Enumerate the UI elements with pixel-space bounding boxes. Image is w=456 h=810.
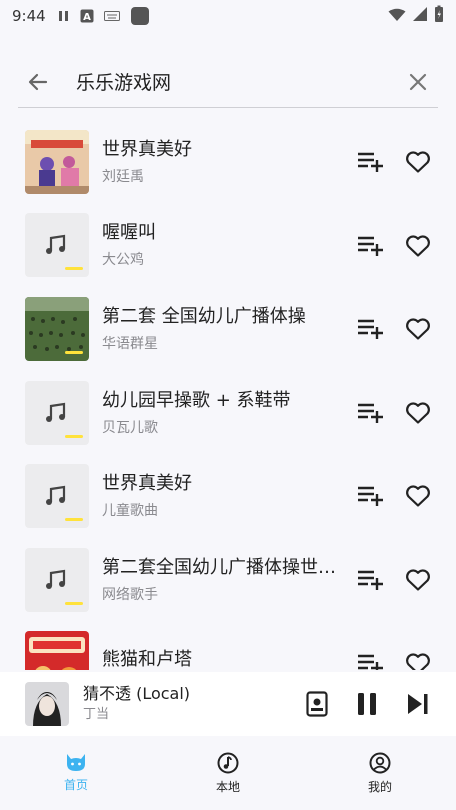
nav-label-home: 首页 — [63, 778, 88, 792]
add-to-playlist-button[interactable] — [355, 232, 385, 260]
default-cover — [25, 213, 89, 278]
add-to-playlist-button[interactable] — [355, 148, 385, 176]
song-artist: 华语群星 — [102, 335, 158, 352]
playlist-add-icon — [358, 152, 383, 172]
heart-icon — [406, 569, 430, 591]
app-square-icon — [130, 6, 150, 26]
song-artist: 贝瓦儿歌 — [102, 419, 158, 436]
wifi-icon — [388, 7, 406, 26]
song-title: 熊猫和卢塔 — [102, 649, 192, 670]
music-disc-icon — [217, 752, 239, 774]
arrow-left-icon — [28, 73, 48, 90]
svg-text:A: A — [83, 12, 91, 23]
heart-icon — [406, 151, 430, 173]
song-artist: 儿童歌曲 — [102, 503, 158, 520]
add-to-playlist-button[interactable] — [355, 566, 385, 594]
add-to-playlist-button[interactable] — [355, 650, 385, 670]
playlist-add-icon — [358, 319, 383, 340]
favorite-button[interactable] — [403, 314, 433, 344]
now-playing-cover — [25, 682, 69, 726]
now-playing-bar[interactable]: 猜不透 (Local) 丁当 — [0, 672, 456, 736]
song-title: 第二套 全国幼儿广播体操 — [102, 305, 306, 327]
album-cover-image — [25, 631, 89, 670]
cat-icon — [67, 754, 85, 771]
close-icon — [409, 73, 427, 90]
album-cover-image — [25, 296, 89, 361]
status-time: 9:44 — [12, 7, 46, 25]
song-list-item[interactable]: 世界真美好 儿童歌曲 — [0, 454, 456, 538]
search-bar — [18, 56, 438, 108]
playlist-add-icon — [358, 236, 383, 256]
next-button[interactable] — [403, 689, 433, 719]
pause-icon — [358, 693, 376, 715]
battery-icon — [434, 5, 444, 27]
song-list: 世界真美好 刘廷禹 喔喔叫 大公鸡 第二套 全国幼儿广播体操 华语群星 幼儿园早… — [0, 120, 456, 670]
music-note-icon — [46, 485, 66, 506]
default-cover — [25, 464, 89, 529]
nav-tab-home[interactable]: 首页 — [0, 736, 152, 810]
song-list-item[interactable]: 熊猫和卢塔 — [0, 622, 456, 670]
lyrics-card-icon — [306, 691, 328, 717]
song-artist: 网络歌手 — [102, 586, 158, 603]
heart-icon — [406, 318, 430, 340]
pause-button[interactable] — [352, 689, 382, 719]
pause-icon — [58, 10, 70, 22]
music-note-icon — [46, 569, 66, 589]
nav-tab-mine[interactable]: 我的 — [304, 736, 456, 810]
bottom-navigation: 首页 本地 我的 — [0, 736, 456, 810]
playlist-add-icon — [358, 487, 383, 507]
lyrics-button[interactable] — [302, 689, 332, 719]
song-title: 喔喔叫 — [102, 222, 156, 244]
favorite-button[interactable] — [403, 231, 433, 261]
song-list-item[interactable]: 世界真美好 刘廷禹 — [0, 120, 456, 204]
song-list-item[interactable]: 幼儿园早操歌 + 系鞋带 贝瓦儿歌 — [0, 371, 456, 455]
song-title: 世界真美好 — [102, 138, 192, 160]
now-playing-title: 猜不透 (Local) — [83, 684, 191, 703]
playlist-add-icon — [358, 403, 383, 423]
song-artist: 大公鸡 — [102, 252, 144, 269]
album-cover-image — [25, 129, 89, 194]
text-a-icon: A — [80, 9, 94, 23]
heart-icon — [406, 653, 430, 670]
song-artist: 刘廷禹 — [102, 168, 144, 185]
clear-search-button[interactable] — [398, 62, 438, 102]
signal-icon — [412, 6, 428, 26]
nav-label-mine: 我的 — [367, 780, 392, 794]
music-note-icon — [46, 235, 66, 255]
nav-tab-local[interactable]: 本地 — [152, 736, 304, 810]
favorite-button[interactable] — [403, 649, 433, 670]
song-list-item[interactable]: 第二套 全国幼儿广播体操 华语群星 — [0, 287, 456, 371]
song-title: 幼儿园早操歌 + 系鞋带 — [102, 389, 291, 411]
heart-icon — [406, 235, 430, 257]
playlist-add-icon — [358, 654, 383, 670]
nav-label-local: 本地 — [215, 780, 240, 794]
search-input[interactable] — [76, 61, 398, 102]
back-button[interactable] — [18, 62, 58, 102]
song-title: 第二套全国幼儿广播体操世… — [102, 556, 336, 578]
add-to-playlist-button[interactable] — [355, 399, 385, 427]
song-list-item[interactable]: 第二套全国幼儿广播体操世… 网络歌手 — [0, 538, 456, 622]
skip-next-icon — [408, 694, 428, 714]
favorite-button[interactable] — [403, 565, 433, 595]
favorite-button[interactable] — [403, 481, 433, 511]
playlist-add-icon — [358, 570, 383, 590]
add-to-playlist-button[interactable] — [355, 482, 385, 510]
user-icon — [369, 752, 391, 774]
status-bar: 9:44 A — [0, 0, 456, 32]
default-cover — [25, 547, 89, 612]
heart-icon — [406, 402, 430, 424]
heart-icon — [406, 485, 430, 507]
favorite-button[interactable] — [403, 398, 433, 428]
music-note-icon — [46, 402, 66, 422]
keyboard-icon — [103, 10, 120, 22]
song-list-item[interactable]: 喔喔叫 大公鸡 — [0, 204, 456, 288]
add-to-playlist-button[interactable] — [355, 315, 385, 343]
default-cover — [25, 380, 89, 445]
favorite-button[interactable] — [403, 147, 433, 177]
now-playing-artist: 丁当 — [83, 707, 110, 722]
song-title: 世界真美好 — [102, 473, 192, 495]
